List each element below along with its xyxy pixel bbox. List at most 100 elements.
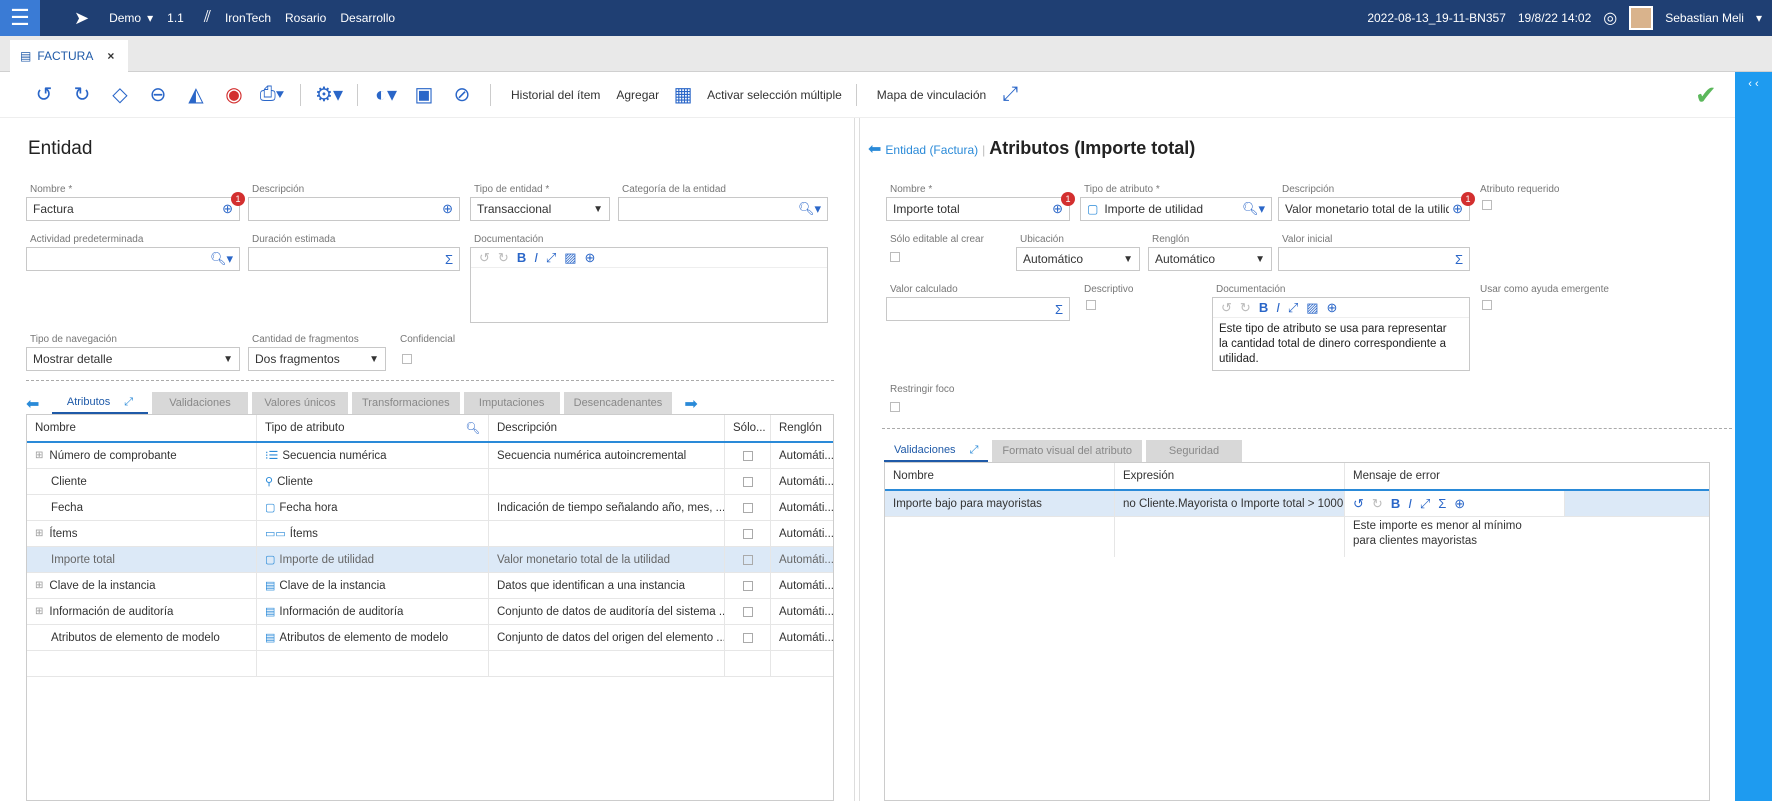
globe-icon[interactable]: ⊕ [442, 201, 453, 217]
table-row[interactable]: Fecha ▢ Fecha hora Indicación de tiempo señ… [27, 495, 833, 521]
image-icon[interactable]: ▨ [1306, 300, 1318, 316]
org-name[interactable]: IronTech [225, 11, 271, 25]
only-create-checkbox[interactable] [742, 632, 753, 643]
expand-icon[interactable]: ⤢ [996, 83, 1024, 106]
help-checkbox[interactable] [1482, 300, 1492, 310]
tab-validations[interactable]: Validaciones [152, 392, 248, 414]
col-error-message[interactable]: Mensaje de error [1345, 463, 1709, 489]
table-row[interactable]: ⊞ Clave de la instancia ▤ Clave de la insta… [27, 573, 833, 599]
attr-documentation-editor[interactable]: ↺ ↻ B I ⤢ ▨ ⊕ Este tipo de atributo se u… [1212, 297, 1470, 371]
table-row[interactable]: Cliente ⚲ Cliente Automáti... [27, 469, 833, 495]
view-icon[interactable]: ◐▾ [372, 82, 400, 107]
record-icon[interactable]: ◉ [220, 82, 248, 107]
activity-field[interactable]: 🔍︎▾ [26, 247, 240, 271]
redo-icon[interactable]: ↻ [68, 82, 96, 107]
description-field[interactable]: ⊕ [248, 197, 460, 221]
user-caret-icon[interactable]: ▾ [1756, 11, 1762, 25]
required-checkbox[interactable] [1482, 200, 1492, 210]
table-row[interactable]: ⊞ Número de comprobante ⁝☰ Secuencia numéri… [27, 443, 833, 469]
tab-prev-icon[interactable]: ⬅ [26, 394, 52, 414]
search-icon[interactable]: 🔍︎▾ [210, 251, 233, 267]
error-message-editor[interactable]: Este importe es menor al mínimo para cli… [1345, 517, 1555, 557]
row-select[interactable]: Automático ▼ [1148, 247, 1272, 271]
only-create-checkbox[interactable] [742, 580, 753, 591]
settings-icon[interactable]: ⚙▾ [315, 82, 343, 107]
close-icon[interactable]: × [107, 49, 114, 63]
design-icon[interactable]: ◭ [182, 82, 210, 107]
attr-doc-text[interactable]: Este tipo de atributo se usa para repres… [1213, 318, 1469, 371]
col-only[interactable]: Sólo... [725, 415, 771, 441]
redo-icon[interactable]: ↻ [498, 250, 509, 266]
search-icon[interactable]: 🔍︎▾ [1242, 201, 1265, 217]
formula-icon[interactable]: Σ [1055, 302, 1063, 317]
collapse-left-icon[interactable]: ‹ ‹ [1748, 78, 1758, 90]
globe-icon[interactable]: ⊕ [1052, 201, 1063, 217]
col-name[interactable]: Nombre [885, 463, 1115, 489]
expand-icon[interactable]: ⤢ [546, 250, 556, 266]
attr-type-field[interactable]: ▢ Importe de utilidad 🔍︎▾ [1080, 197, 1272, 221]
italic-icon[interactable]: I [1408, 496, 1412, 511]
undo-icon[interactable]: ↺ [1221, 300, 1232, 316]
table-row[interactable]: ⊞ Información de auditoría ▤ Información de… [27, 599, 833, 625]
tab-attr-validations[interactable]: Validaciones ⤢ [884, 440, 989, 462]
focus-checkbox[interactable] [890, 402, 900, 412]
expand-icon[interactable]: ⤢ [970, 444, 979, 457]
bold-icon[interactable]: B [517, 250, 526, 265]
tab-unique-values[interactable]: Valores únicos [252, 392, 348, 414]
location-select[interactable]: Automático ▼ [1016, 247, 1140, 271]
expand-row-icon[interactable]: ⊞ [35, 606, 43, 617]
user-name[interactable]: Sebastian Meli [1665, 11, 1744, 25]
only-create-checkbox[interactable] [742, 528, 753, 539]
globe-icon[interactable]: ⊕ [585, 250, 596, 266]
back-arrow-icon[interactable]: ⬅ [868, 139, 881, 159]
expand-row-icon[interactable]: ⊞ [35, 528, 43, 539]
confidential-checkbox[interactable] [402, 354, 412, 364]
italic-icon[interactable]: I [534, 250, 538, 265]
tab-triggers[interactable]: Desencadenantes [563, 392, 673, 414]
expand-icon[interactable]: ⤢ [1420, 496, 1430, 512]
tab-transformations[interactable]: Transformaciones [352, 392, 460, 414]
globe-icon[interactable]: ⊕ [1454, 496, 1465, 512]
formula-icon[interactable]: Σ [1455, 252, 1463, 267]
globe-icon[interactable]: ⊕ [1452, 201, 1463, 217]
col-row[interactable]: Renglón [771, 415, 833, 441]
add-button[interactable]: Agregar [616, 88, 659, 102]
eraser-icon[interactable]: ◇ [106, 82, 134, 107]
undo-icon[interactable]: ↺ [479, 250, 490, 266]
expand-row-icon[interactable]: ⊞ [35, 580, 43, 591]
env-caret-icon[interactable]: ▾ [147, 11, 153, 25]
calculated-value-field[interactable]: Σ [886, 297, 1070, 321]
confirm-check-icon[interactable]: ✔ [1695, 80, 1735, 111]
undo-icon[interactable]: ↺ [1353, 496, 1364, 512]
search-icon[interactable]: 🔍︎ [465, 421, 480, 435]
attr-desc-field[interactable]: Valor monetario total de la utilidad ⊕ 1 [1278, 192, 1475, 221]
tab-attributes[interactable]: Atributos ⤢ [52, 392, 148, 414]
bold-icon[interactable]: B [1259, 300, 1268, 315]
breadcrumb-parent[interactable]: Entidad (Factura) [885, 143, 978, 157]
tab-imputations[interactable]: Imputaciones [463, 392, 560, 414]
navigation-select[interactable]: Mostrar detalle ▼ [26, 347, 240, 371]
redo-icon[interactable]: ↻ [1372, 496, 1383, 512]
history-button[interactable]: Historial del ítem [511, 88, 600, 102]
duration-field[interactable]: Σ [248, 247, 460, 271]
formula-icon[interactable]: Σ [1438, 496, 1446, 511]
cell-expression[interactable]: no Cliente.Mayorista o Importe total > 1… [1115, 491, 1345, 516]
link-map-button[interactable]: Mapa de vinculación [877, 88, 986, 102]
tab-next-icon[interactable]: ➡ [684, 394, 697, 414]
initial-value-field[interactable]: Σ [1278, 247, 1470, 271]
undo-icon[interactable]: ↺ [30, 82, 58, 107]
formula-icon[interactable]: Σ [445, 252, 453, 267]
only-create-checkbox[interactable] [742, 554, 753, 565]
italic-icon[interactable]: I [1276, 300, 1280, 315]
tab-visual-format[interactable]: Formato visual del atributo [992, 440, 1142, 462]
table-row[interactable]: Atributos de elemento de modelo ▤ Atributo… [27, 625, 833, 651]
avatar[interactable] [1629, 6, 1654, 30]
stage-name[interactable]: Desarrollo [340, 11, 395, 25]
grid-icon[interactable]: ▦ [669, 82, 697, 107]
remove-icon[interactable]: ⊖ [144, 82, 172, 107]
side-collapse-bar[interactable]: ‹ ‹ [1735, 72, 1772, 801]
col-expression[interactable]: Expresión [1115, 463, 1345, 489]
attr-name-field[interactable]: Importe total ⊕ 1 [886, 192, 1075, 221]
table-row[interactable]: Importe bajo para mayoristas no Cliente.… [885, 491, 1709, 517]
tab-security[interactable]: Seguridad [1146, 440, 1242, 462]
